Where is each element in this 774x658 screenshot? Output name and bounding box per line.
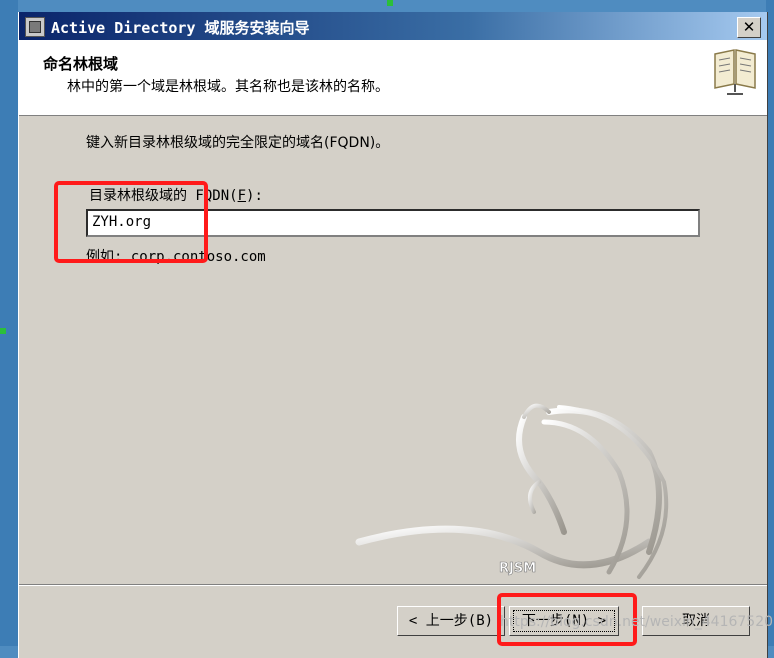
highlight-fqdn (54, 181, 208, 263)
footer-divider (19, 584, 767, 586)
book-icon (714, 49, 756, 95)
server-icon (25, 17, 45, 37)
desktop-left-edge (0, 0, 18, 646)
title-bar[interactable]: Active Directory 域服务安装向导 ✕ (19, 12, 767, 40)
fqdn-label-suffix: ): (246, 188, 263, 204)
logo-text: RJSM (499, 561, 536, 576)
horse-logo-icon: RJSM (355, 403, 669, 579)
wizard-header: 命名林根域 林中的第一个域是林根域。其名称也是该林的名称。 (19, 40, 767, 116)
instruction-text: 键入新目录林根级域的完全限定的域名(FQDN)。 (86, 135, 390, 151)
page-subtitle: 林中的第一个域是林根域。其名称也是该林的名称。 (67, 79, 389, 95)
selection-handle (387, 0, 393, 6)
selection-handle (0, 328, 6, 334)
close-button[interactable]: ✕ (737, 17, 761, 38)
watermark-text: https://blog.csdn.net/weixin_44167520 (500, 614, 774, 630)
wizard-window: Active Directory 域服务安装向导 ✕ 命名林根域 林中的第一个域… (18, 12, 768, 658)
fqdn-label-accelerator: F (237, 188, 247, 204)
window-title: Active Directory 域服务安装向导 (51, 19, 310, 37)
back-button[interactable]: < 上一步(B) (397, 606, 505, 636)
page-title: 命名林根域 (43, 55, 119, 73)
